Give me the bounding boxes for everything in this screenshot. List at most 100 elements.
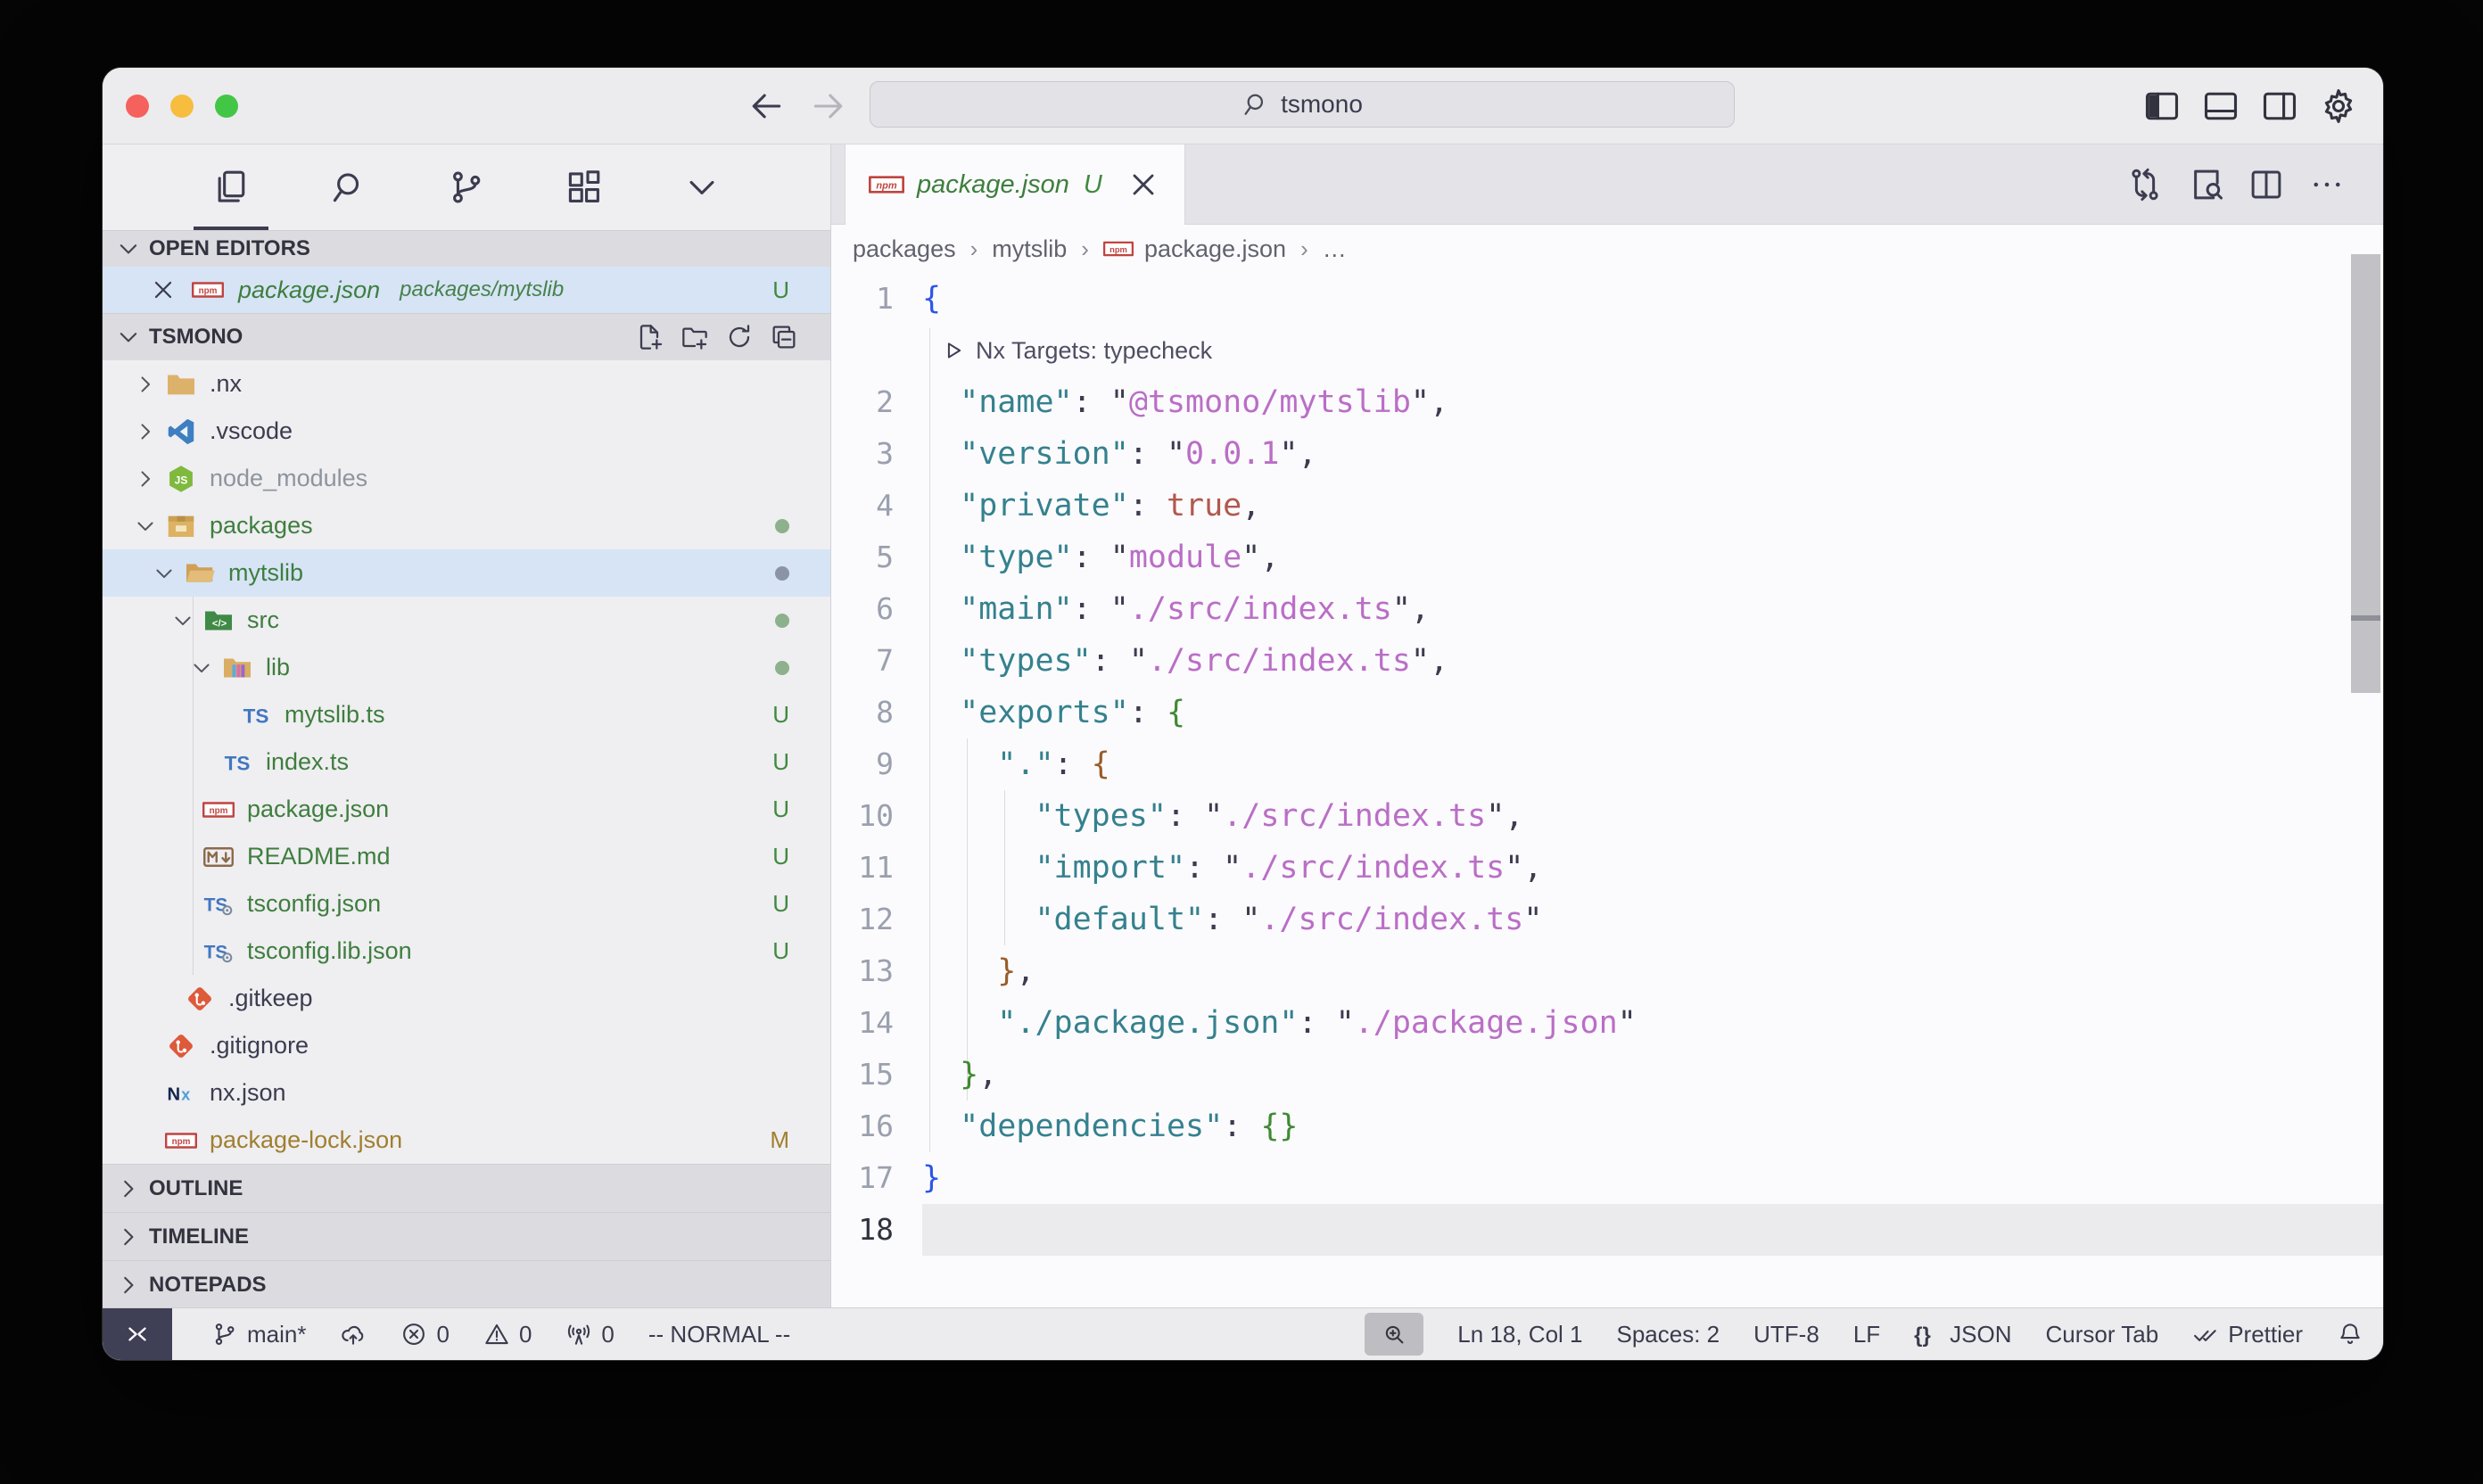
command-center-search[interactable]: tsmono [870, 81, 1735, 128]
tree-item-packages[interactable]: packages [103, 502, 830, 549]
tree-item-label: tsconfig.lib.json [247, 937, 412, 965]
code-editor[interactable]: 1{Nx Targets: typecheck2 "name": "@tsmon… [831, 273, 2383, 1307]
layout-sidebar-right-icon[interactable] [2260, 87, 2299, 126]
chevron-right-icon[interactable] [126, 466, 165, 492]
tree-item-label: package.json [247, 796, 389, 823]
tree-item--gitkeep[interactable]: .gitkeep [103, 975, 830, 1022]
chevron-spacer [201, 702, 240, 729]
activity-extensions[interactable] [545, 144, 623, 230]
chevron-right-icon[interactable] [126, 418, 165, 445]
status-zoom-in[interactable] [1365, 1313, 1423, 1356]
status--normal-[interactable]: -- NORMAL -- [648, 1321, 790, 1348]
tree-item-src[interactable]: </>src [103, 597, 830, 644]
status-main-[interactable]: main* [211, 1321, 306, 1348]
code-text: "exports": { [922, 687, 1185, 738]
tree-item-label: .vscode [210, 417, 293, 445]
breadcrumb-item[interactable]: npmpackage.json [1103, 234, 1286, 264]
status-spaces-2[interactable]: Spaces: 2 [1617, 1321, 1720, 1348]
pane-timeline[interactable]: TIMELINE [103, 1212, 830, 1260]
tree-item-badges: U [772, 796, 789, 823]
open-editor-item[interactable]: npmpackage.jsonpackages/mytslibU [103, 267, 830, 313]
close-icon[interactable] [1126, 167, 1161, 202]
status-text: -- NORMAL -- [648, 1321, 790, 1348]
editor-scrollbar[interactable] [2351, 254, 2380, 693]
search-editor-icon[interactable] [2187, 166, 2224, 203]
collapse-all-icon[interactable] [770, 323, 798, 351]
chevron-right-icon[interactable] [126, 371, 165, 398]
remote-indicator[interactable] [103, 1308, 172, 1360]
status-cursor-tab[interactable]: Cursor Tab [2046, 1321, 2159, 1348]
status-0[interactable]: 0 [483, 1321, 532, 1348]
status-0[interactable]: 0 [565, 1321, 614, 1348]
pane-notepads[interactable]: NOTEPADS [103, 1260, 830, 1308]
chevron-down-icon[interactable] [144, 560, 184, 587]
tree-item-tsconfig-json[interactable]: TStsconfig.jsonU [103, 880, 830, 928]
tree-item-badges: U [772, 890, 789, 918]
tsconfig-icon: TS [202, 936, 235, 968]
layout-sidebar-left-icon[interactable] [2142, 87, 2182, 126]
line-number: 15 [831, 1049, 894, 1101]
tree-item--gitignore[interactable]: .gitignore [103, 1022, 830, 1069]
tab-dirty-badge: U [1084, 170, 1102, 200]
tree-item-readme-md[interactable]: README.mdU [103, 833, 830, 880]
pane-title: OUTLINE [149, 1176, 243, 1201]
activity-search[interactable] [309, 144, 388, 230]
tree-item-package-lock-json[interactable]: npmpackage-lock.jsonM [103, 1117, 830, 1164]
warning-icon [483, 1321, 510, 1348]
editor-actions [2126, 144, 2383, 224]
split-editor-icon[interactable] [2248, 166, 2285, 203]
codelens-nx-targets[interactable]: Nx Targets: typecheck [831, 325, 2383, 376]
status-cloud-upload[interactable] [340, 1321, 367, 1348]
tree-item-tsconfig-lib-json[interactable]: TStsconfig.lib.jsonU [103, 928, 830, 975]
status-prettier[interactable]: Prettier [2192, 1321, 2303, 1348]
open-changes-icon[interactable] [2126, 166, 2164, 203]
tab-package-json[interactable]: npm package.json U [845, 144, 1185, 225]
tree-item-mytslib-ts[interactable]: TSmytslib.tsU [103, 691, 830, 738]
code-text: "main": "./src/index.ts", [922, 583, 1430, 635]
tree-item-nx-json[interactable]: Nxnx.json [103, 1069, 830, 1117]
status-bell[interactable] [2337, 1321, 2363, 1348]
open-editors-header[interactable]: OPEN EDITORS [103, 230, 830, 267]
cloud-upload-icon [340, 1321, 367, 1348]
layout-panel-icon[interactable] [2201, 87, 2240, 126]
breadcrumb-item[interactable]: mytslib [992, 235, 1067, 263]
code-line-6: 6 "main": "./src/index.ts", [831, 583, 2383, 635]
activity-chevron-down[interactable] [663, 144, 741, 230]
minimize-button[interactable] [170, 95, 194, 118]
chevron-down-icon[interactable] [126, 513, 165, 540]
tree-item-mytslib[interactable]: mytslib [103, 549, 830, 597]
activity-source-control[interactable] [427, 144, 506, 230]
chevron-down-icon[interactable] [163, 607, 202, 634]
status-text: Prettier [2228, 1321, 2303, 1348]
status-utf-8[interactable]: UTF-8 [1753, 1321, 1819, 1348]
breadcrumb-item[interactable]: packages [853, 235, 956, 263]
search-value: tsmono [1281, 90, 1363, 119]
status-lf[interactable]: LF [1853, 1321, 1880, 1348]
status-ln-18-col-1[interactable]: Ln 18, Col 1 [1457, 1321, 1582, 1348]
tree-item-index-ts[interactable]: TSindex.tsU [103, 738, 830, 786]
back-arrow-icon[interactable] [747, 87, 786, 126]
workspace-header[interactable]: TSMONO [103, 313, 830, 360]
more-actions-icon[interactable] [2308, 166, 2346, 203]
status-json[interactable]: {}JSON [1914, 1321, 2011, 1348]
breadcrumb-label: packages [853, 235, 956, 263]
refresh-icon[interactable] [725, 323, 754, 351]
git-status-badge: U [772, 748, 789, 776]
forward-arrow-icon[interactable] [809, 87, 848, 126]
tree-item-badges [775, 566, 789, 581]
zoom-button[interactable] [215, 95, 238, 118]
pane-outline[interactable]: OUTLINE [103, 1164, 830, 1212]
breadcrumb-item[interactable]: … [1323, 235, 1347, 263]
tree-item--nx[interactable]: .nx [103, 360, 830, 408]
tree-item--vscode[interactable]: .vscode [103, 408, 830, 455]
new-file-icon[interactable] [636, 323, 664, 351]
status-0[interactable]: 0 [400, 1321, 449, 1348]
chevron-down-icon[interactable] [182, 655, 221, 681]
activity-explorer[interactable] [192, 144, 270, 230]
gear-icon[interactable] [2319, 87, 2358, 126]
tree-item-package-json[interactable]: npmpackage.jsonU [103, 786, 830, 833]
new-folder-icon[interactable] [681, 323, 709, 351]
close-button[interactable] [126, 95, 149, 118]
tree-item-node-modules[interactable]: JSnode_modules [103, 455, 830, 502]
tree-item-lib[interactable]: lib [103, 644, 830, 691]
